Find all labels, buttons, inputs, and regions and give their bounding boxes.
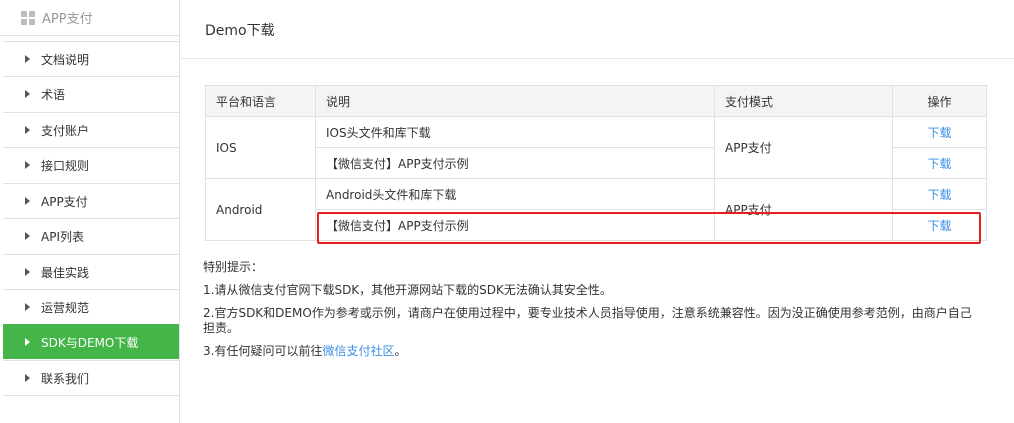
sidebar-item-terms[interactable]: 术语	[3, 76, 179, 111]
title-divider	[181, 58, 1014, 59]
sidebar-item-app-pay[interactable]: APP支付	[3, 183, 179, 218]
caret-right-icon	[25, 55, 30, 63]
sidebar-item-label: 最佳实践	[41, 265, 90, 280]
table-row: IOS IOS头文件和库下载 APP支付 下载	[205, 116, 987, 179]
description-cell: IOS头文件和库下载	[315, 116, 715, 148]
column-header-platform: 平台和语言	[205, 85, 316, 117]
sidebar-item-contact[interactable]: 联系我们	[3, 360, 179, 395]
sidebar-item-label: 术语	[41, 87, 66, 102]
grid-icon	[21, 10, 35, 25]
sidebar-item-label: 支付账户	[41, 123, 90, 138]
sidebar-item-sdk-demo-download[interactable]: SDK与DEMO下载	[3, 324, 179, 359]
description-cell: 【微信支付】APP支付示例	[315, 147, 715, 179]
notes-heading: 特别提示：	[203, 260, 264, 274]
column-header-pay-mode: 支付模式	[714, 85, 893, 117]
sidebar-item-best-practice[interactable]: 最佳实践	[3, 254, 179, 289]
sidebar-item-payment-account[interactable]: 支付账户	[3, 112, 179, 147]
column-header-action: 操作	[892, 85, 987, 117]
caret-right-icon	[25, 197, 30, 205]
notes-line-1: 1.请从微信支付官网下载SDK，其他开源网站下载的SDK无法确认其安全性。	[203, 283, 612, 297]
sidebar-item-api-rules[interactable]: 接口规则	[3, 147, 179, 182]
description-cell: Android头文件和库下载	[315, 178, 715, 210]
notes-line-3-prefix: 3.有任何疑问可以前往	[203, 344, 323, 358]
caret-right-icon	[25, 268, 30, 276]
sidebar-item-label: 接口规则	[41, 158, 90, 173]
table-header-row: 平台和语言 说明 支付模式 操作	[205, 85, 987, 117]
download-link[interactable]: 下载	[892, 178, 987, 210]
caret-right-icon	[25, 161, 30, 169]
notes: 特别提示： 1.请从微信支付官网下载SDK，其他开源网站下载的SDK无法确认其安…	[203, 260, 983, 367]
notes-line-3-suffix: 。	[394, 344, 407, 358]
sidebar-item-operation-rules[interactable]: 运营规范	[3, 289, 179, 324]
notes-line-2: 2.官方SDK和DEMO作为参考或示例，请商户在使用过程中，要专业技术人员指导使…	[203, 306, 972, 335]
caret-right-icon	[25, 374, 30, 382]
sidebar-item-label: API列表	[41, 229, 84, 244]
sidebar-item-label: 运营规范	[41, 300, 90, 315]
sidebar-item-label: APP支付	[41, 194, 88, 209]
caret-right-icon	[25, 303, 30, 311]
caret-right-icon	[25, 232, 30, 240]
sidebar-item-label: 联系我们	[41, 371, 90, 386]
download-link[interactable]: 下载	[892, 147, 987, 179]
table-row: Android Android头文件和库下载 APP支付 下载	[205, 178, 987, 241]
sidebar: APP支付 文档说明 术语 支付账户 接口规则 APP支付 API列表 最佳实践…	[0, 0, 180, 423]
platform-cell: Android	[205, 178, 316, 241]
sidebar-item-api-list[interactable]: API列表	[3, 218, 179, 253]
caret-right-icon	[25, 126, 30, 134]
sidebar-item-label: 文档说明	[41, 52, 90, 67]
column-header-description: 说明	[315, 85, 715, 117]
platform-cell: IOS	[205, 116, 316, 179]
pay-mode-cell: APP支付	[714, 116, 893, 179]
download-link[interactable]: 下载	[892, 116, 987, 148]
sidebar-header: APP支付	[0, 0, 179, 36]
highlight-box	[317, 212, 981, 244]
caret-right-icon	[25, 90, 30, 98]
page-title: Demo下载	[205, 23, 275, 39]
sidebar-header-title: APP支付	[42, 12, 93, 27]
sidebar-divider	[3, 395, 179, 396]
sidebar-item-label: SDK与DEMO下载	[41, 335, 139, 350]
sidebar-item-docs[interactable]: 文档说明	[3, 41, 179, 76]
community-link[interactable]: 微信支付社区	[322, 344, 394, 358]
main-content: Demo下载 平台和语言 说明 支付模式 操作 IOS IOS头文件和库下载 A…	[181, 0, 1014, 423]
caret-right-icon	[25, 338, 30, 346]
notes-line-3: 3.有任何疑问可以前往微信支付社区。	[203, 344, 983, 359]
